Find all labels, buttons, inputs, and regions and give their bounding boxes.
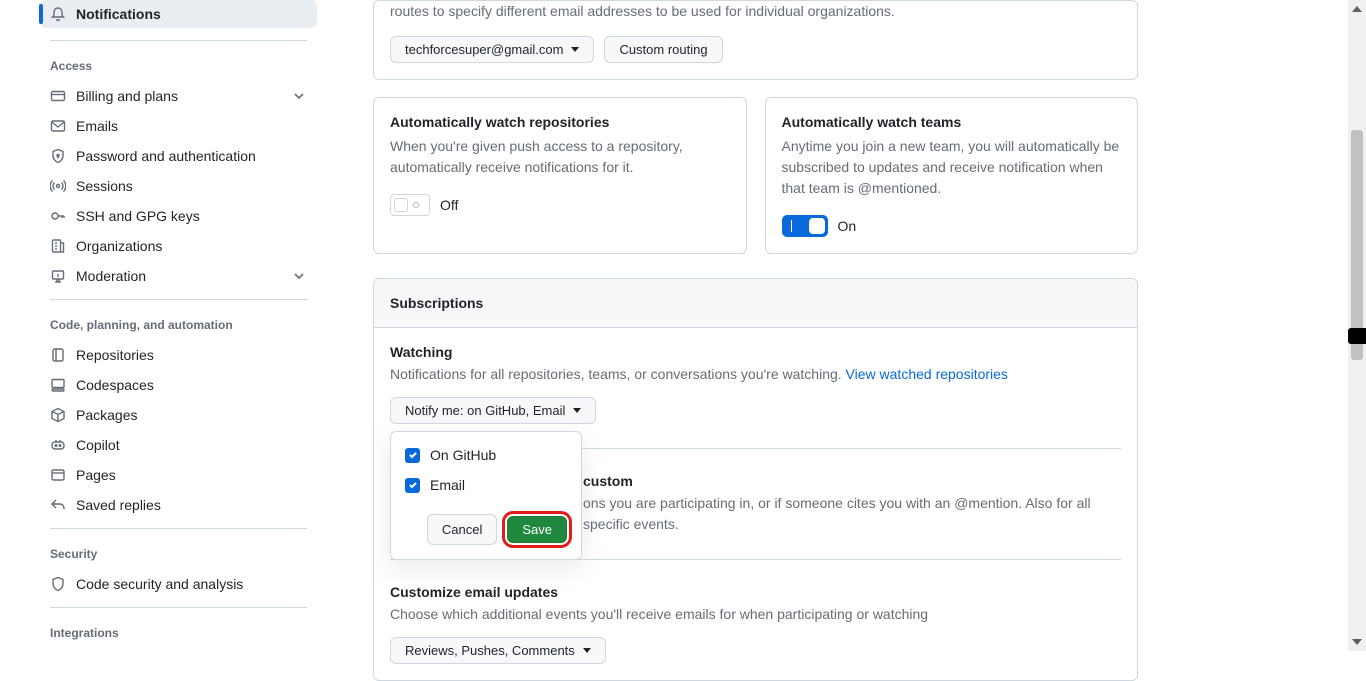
sidebar-item-label: Billing and plans: [76, 88, 178, 104]
caret-down-icon: [573, 408, 581, 413]
sidebar-item-label: Saved replies: [76, 497, 161, 513]
codespaces-icon: [50, 377, 66, 393]
auto-watch-teams-toggle[interactable]: [782, 215, 828, 237]
sidebar-item-notifications[interactable]: Notifications: [40, 0, 317, 28]
sidebar-item-organizations[interactable]: Organizations: [40, 231, 317, 261]
save-button[interactable]: Save: [507, 516, 567, 543]
sidebar-item-label: Emails: [76, 118, 118, 134]
toggle-state-label: On: [838, 218, 857, 234]
auto-watch-repos-card: Automatically watch repositories When yo…: [373, 97, 747, 254]
sidebar-item-emails[interactable]: Emails: [40, 111, 317, 141]
mail-icon: [50, 118, 66, 134]
copilot-icon: [50, 437, 66, 453]
auto-watch-teams-card: Automatically watch teams Anytime you jo…: [765, 97, 1139, 254]
watching-desc: Notifications for all repositories, team…: [390, 364, 1121, 385]
scrollbar-thumb[interactable]: [1351, 130, 1363, 360]
email-routing-desc: routes to specify different email addres…: [390, 1, 1121, 22]
watching-notify-dropdown[interactable]: Notify me: on GitHub, Email: [390, 397, 596, 424]
credit-card-icon: [50, 88, 66, 104]
sidebar-item-packages[interactable]: Packages: [40, 400, 317, 430]
watching-title: Watching: [390, 344, 1121, 360]
repo-icon: [50, 347, 66, 363]
sidebar-heading-security: Security: [40, 539, 317, 569]
notify-option-github[interactable]: On GitHub: [391, 440, 581, 470]
package-icon: [50, 407, 66, 423]
caret-down-icon: [571, 47, 579, 52]
default-email-dropdown[interactable]: techforcesuper@gmail.com: [390, 36, 594, 63]
sidebar-item-ssh-keys[interactable]: SSH and GPG keys: [40, 201, 317, 231]
key-icon: [50, 208, 66, 224]
main-content: routes to specify different email addres…: [325, 0, 1138, 651]
toggle-state-label: Off: [440, 197, 458, 213]
scrollbar-up-button[interactable]: [1348, 0, 1366, 18]
sidebar-item-label: Codespaces: [76, 377, 154, 393]
sidebar-item-code-security[interactable]: Code security and analysis: [40, 569, 317, 599]
card-desc: Anytime you join a new team, you will au…: [782, 136, 1122, 199]
customize-title: Customize email updates: [390, 584, 1121, 600]
chevron-down-icon: [291, 268, 307, 284]
cancel-button[interactable]: Cancel: [427, 514, 497, 545]
sidebar-item-pages[interactable]: Pages: [40, 460, 317, 490]
custom-routing-button[interactable]: Custom routing: [604, 36, 722, 63]
scrollbar-down-button[interactable]: [1348, 633, 1366, 651]
sidebar-heading-integrations: Integrations: [40, 618, 317, 648]
checkbox-checked-icon: [405, 448, 420, 463]
chevron-down-icon: [291, 88, 307, 104]
sidebar-item-label: Organizations: [76, 238, 162, 254]
sidebar-item-password[interactable]: Password and authentication: [40, 141, 317, 171]
sidebar-item-billing[interactable]: Billing and plans: [40, 81, 317, 111]
shield-icon: [50, 576, 66, 592]
sidebar-item-label: SSH and GPG keys: [76, 208, 200, 224]
sidebar-item-label: Repositories: [76, 347, 154, 363]
sidebar-heading-access: Access: [40, 51, 317, 81]
bell-icon: [50, 6, 66, 22]
sidebar-item-label: Packages: [76, 407, 137, 423]
card-title: Automatically watch repositories: [390, 114, 730, 130]
sidebar-item-label: Password and authentication: [76, 148, 256, 164]
reply-icon: [50, 497, 66, 513]
sidebar-item-label: Code security and analysis: [76, 576, 243, 592]
shield-lock-icon: [50, 148, 66, 164]
subscriptions-panel: Subscriptions Watching Notifications for…: [373, 278, 1138, 681]
checkbox-checked-icon: [405, 478, 420, 493]
notify-dropdown-menu: On GitHub Email Cancel Save: [390, 431, 582, 560]
sidebar-heading-code: Code, planning, and automation: [40, 310, 317, 340]
settings-sidebar: Notifications Access Billing and plans E…: [0, 0, 325, 651]
auto-watch-repos-toggle[interactable]: [390, 194, 430, 216]
scrollbar-marker: [1348, 328, 1366, 344]
save-button-highlight: Save: [505, 514, 569, 545]
sidebar-item-codespaces[interactable]: Codespaces: [40, 370, 317, 400]
sidebar-item-sessions[interactable]: Sessions: [40, 171, 317, 201]
sidebar-item-label: Pages: [76, 467, 116, 483]
panel-header: Subscriptions: [374, 279, 1137, 328]
sidebar-item-label: Notifications: [76, 6, 161, 22]
view-watched-link[interactable]: View watched repositories: [846, 366, 1008, 382]
sidebar-item-label: Moderation: [76, 268, 146, 284]
participating-desc: ons you are participating in, or if some…: [583, 493, 1121, 535]
card-desc: When you're given push access to a repos…: [390, 136, 730, 178]
vertical-scrollbar[interactable]: [1348, 0, 1366, 651]
broadcast-icon: [50, 178, 66, 194]
default-email-value: techforcesuper@gmail.com: [405, 42, 563, 57]
sidebar-item-saved-replies[interactable]: Saved replies: [40, 490, 317, 520]
notify-option-email[interactable]: Email: [391, 470, 581, 500]
sidebar-item-moderation[interactable]: Moderation: [40, 261, 317, 291]
card-title: Automatically watch teams: [782, 114, 1122, 130]
sidebar-item-copilot[interactable]: Copilot: [40, 430, 317, 460]
default-email-card: routes to specify different email addres…: [373, 0, 1138, 80]
participating-title: custom: [583, 473, 1121, 489]
organization-icon: [50, 238, 66, 254]
browser-icon: [50, 467, 66, 483]
sidebar-item-label: Sessions: [76, 178, 133, 194]
customize-desc: Choose which additional events you'll re…: [390, 604, 1121, 625]
report-icon: [50, 268, 66, 284]
sidebar-item-label: Copilot: [76, 437, 120, 453]
sidebar-item-repositories[interactable]: Repositories: [40, 340, 317, 370]
